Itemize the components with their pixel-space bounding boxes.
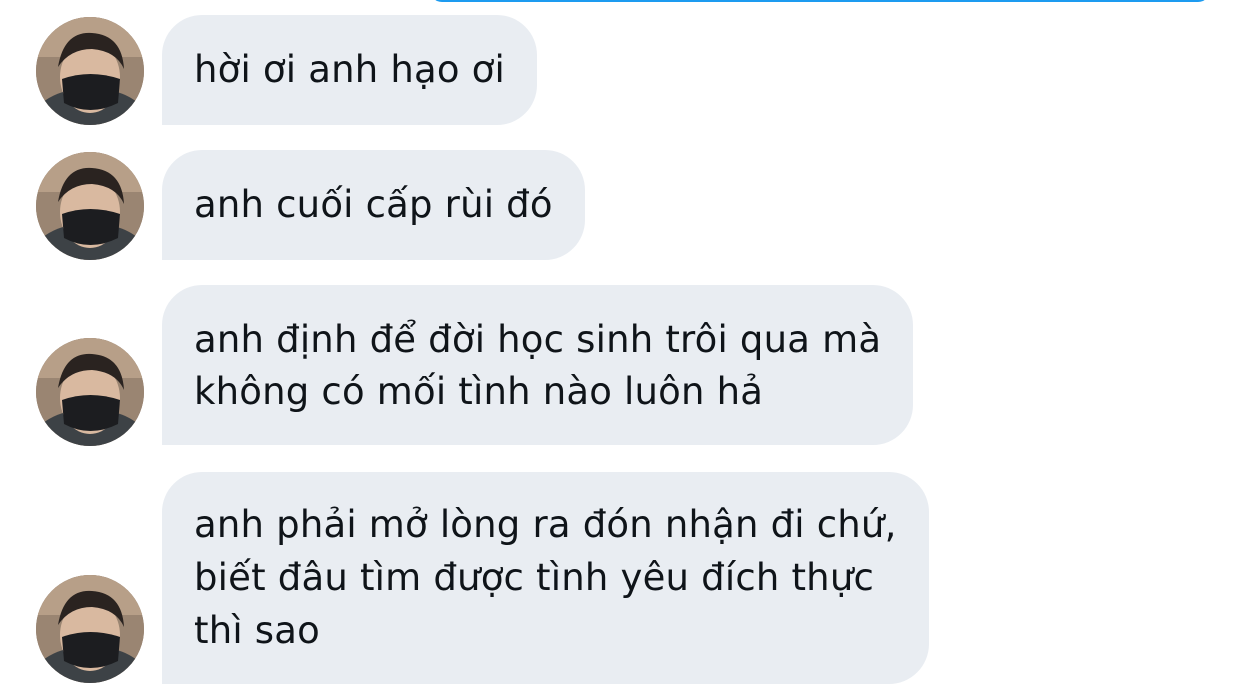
avatar[interactable] [36, 338, 144, 446]
avatar[interactable] [36, 575, 144, 683]
avatar[interactable] [36, 17, 144, 125]
message-bubble[interactable]: anh cuối cấp rùi đó [162, 150, 585, 260]
sent-message-bubble-edge [430, 0, 1210, 2]
avatar[interactable] [36, 152, 144, 260]
dm-conversation: hời ơi anh hạo ơi anh cuối cấp rùi đó an… [0, 0, 1242, 694]
message-bubble[interactable]: hời ơi anh hạo ơi [162, 15, 537, 125]
message-bubble[interactable]: anh phải mở lòng ra đón nhận đi chứ, biế… [162, 472, 929, 684]
message-bubble[interactable]: anh định để đời học sinh trôi qua mà khô… [162, 285, 914, 445]
